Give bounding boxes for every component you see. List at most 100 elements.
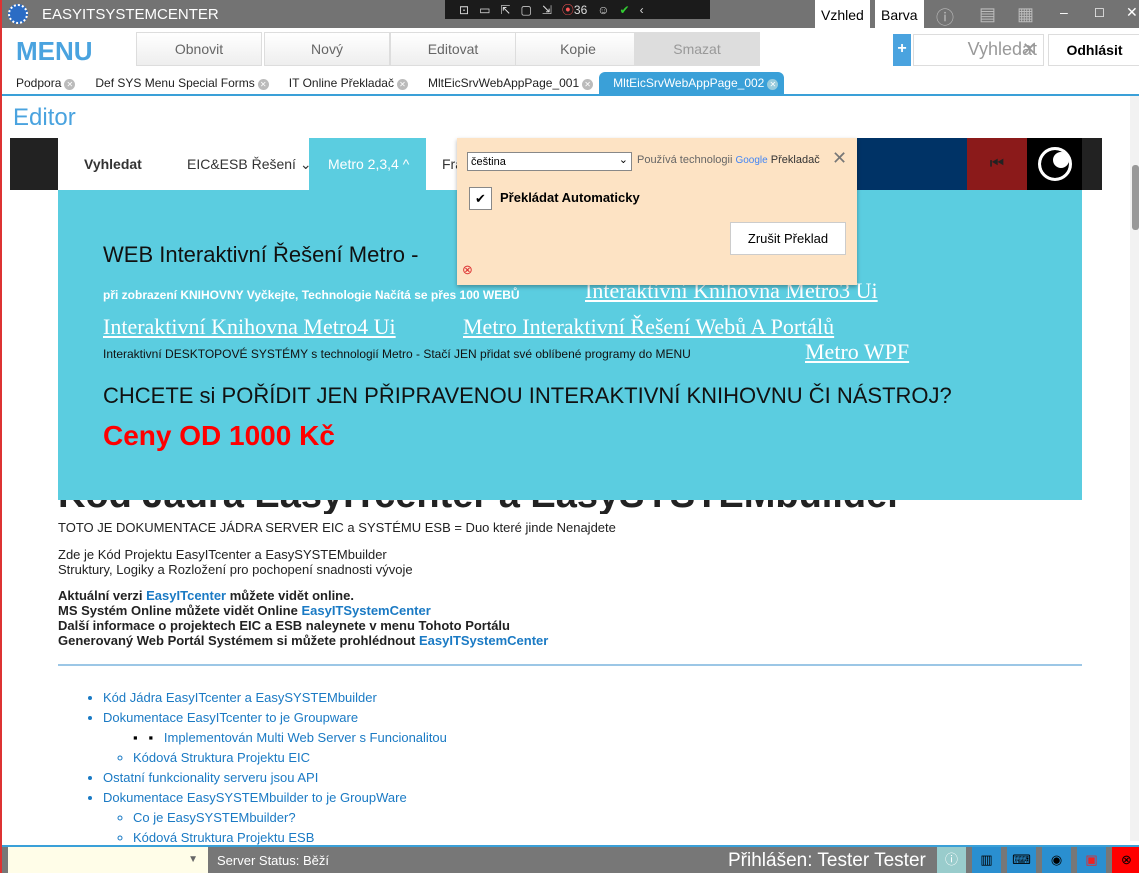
add-button[interactable]: + <box>893 34 911 66</box>
metro4-link[interactable]: Interaktivní Knihovna Metro4 Ui <box>103 314 396 340</box>
nav-eic-esb[interactable]: EIC&ESB Řešení ⌄ <box>187 156 312 173</box>
close-tab-icon[interactable]: ✕ <box>396 79 408 90</box>
calculator-icon[interactable]: ▥ <box>972 847 1001 873</box>
divider <box>58 664 1082 666</box>
list-item-link[interactable]: Kódová Struktura Projektu ESB <box>133 830 314 845</box>
tab-def-sys-menu[interactable]: Def SYS Menu Special Forms ✕ <box>81 72 274 95</box>
auto-translate-label: Překládat Automaticky <box>500 190 640 205</box>
doc-p2: Struktury, Logiky a Rozložení pro pochop… <box>58 562 413 577</box>
doc-line: Generovaný Web Portál Systémem si můžete… <box>58 633 419 648</box>
chevron-down-icon: ▼ <box>188 854 198 865</box>
nav-metro[interactable]: Metro 2,3,4 ^ <box>309 138 426 190</box>
delete-button[interactable]: Smazat <box>634 32 760 66</box>
metro-wpf-link[interactable]: Metro WPF <box>805 339 909 365</box>
list-item-link[interactable]: Kód Jádra EasyITcenter a EasySYSTEMbuild… <box>103 690 377 705</box>
google-logo: Google <box>735 155 768 166</box>
errors-badge[interactable]: ⦿36 <box>562 1 587 18</box>
language-value: čeština <box>471 156 506 168</box>
menu-button[interactable]: MENU <box>16 36 93 67</box>
frame-icon[interactable]: ▢ <box>520 3 531 17</box>
tab-underline <box>2 94 1139 96</box>
screen-capture-icon[interactable]: ◉ <box>1042 847 1071 873</box>
list-item-link[interactable]: Kódová Struktura Projektu EIC <box>133 750 310 765</box>
layout-icon[interactable]: ▦ <box>1017 4 1034 25</box>
list-item-link[interactable]: Dokumentace EasyITcenter to je Groupware <box>103 710 358 725</box>
tab-webapp-001[interactable]: MltEicSrvWebAppPage_001 ✕ <box>414 72 599 95</box>
ok-icon[interactable]: ✔ <box>620 3 630 17</box>
tab-webapp-002[interactable]: MltEicSrvWebAppPage_002 ✕ <box>599 72 785 95</box>
refresh-button[interactable]: Obnovit <box>136 32 262 66</box>
tab-podpora[interactable]: Podpora ✕ <box>2 72 81 95</box>
logout-button[interactable]: Odhlásit <box>1048 34 1139 66</box>
back-icon[interactable]: ⏮ <box>967 138 1027 190</box>
keyboard-icon[interactable]: ⌨ <box>1007 847 1036 873</box>
remote-desktop-icon[interactable]: ▣ <box>1077 847 1106 873</box>
inspect-icon[interactable]: ⊡ <box>459 3 469 17</box>
tracking-icon[interactable]: ⇲ <box>542 3 552 17</box>
dev-toolbar[interactable]: ⊡ ▭ ⇱ ▢ ⇲ ⦿36 ☺ ✔ ‹ <box>445 0 710 19</box>
auto-translate-checkbox[interactable]: ✔ <box>469 187 492 210</box>
list-item-link[interactable]: Ostatní funkcionality serveru jsou API <box>103 770 318 785</box>
metro-solutions-link[interactable]: Metro Interaktivní Řešení Webů A Portálů <box>463 314 834 340</box>
translate-popup: čeština ⌄ Používá technologii Google Přek… <box>457 138 857 285</box>
easyitcenter-link[interactable]: EasyITcenter <box>146 588 226 603</box>
color-button[interactable]: Barva <box>875 0 924 28</box>
doc-link-list: Kód Jádra EasyITcenter a EasySYSTEMbuild… <box>58 688 447 848</box>
doc-line: můžete vidět online. <box>226 588 354 603</box>
tab-label: Def SYS Menu Special Forms <box>95 76 255 90</box>
close-tab-icon[interactable]: ✕ <box>257 79 269 90</box>
collapse-icon[interactable]: ‹ <box>640 3 644 17</box>
cancel-translation-button[interactable]: Zrušit Překlad <box>730 222 846 255</box>
tab-label: MltEicSrvWebAppPage_001 <box>427 76 580 90</box>
maximize-icon[interactable]: ☐ <box>1094 6 1105 20</box>
tab-bar: Podpora ✕ Def SYS Menu Special Forms ✕ IT … <box>2 72 785 95</box>
video-icon[interactable]: ▭ <box>479 3 490 17</box>
close-tab-icon[interactable]: ✕ <box>767 79 779 90</box>
minimize-icon[interactable]: – <box>1060 4 1068 20</box>
close-tab-icon[interactable]: ✕ <box>64 79 76 90</box>
clear-search-icon[interactable]: ✕ <box>1022 39 1037 60</box>
tab-label: MltEicSrvWebAppPage_002 <box>613 76 765 90</box>
close-popup-icon[interactable]: ✕ <box>832 148 847 169</box>
app-logo-icon <box>8 4 28 24</box>
close-icon[interactable]: ✕ <box>1126 4 1138 21</box>
accessibility-icon[interactable]: ☺ <box>597 3 609 17</box>
doc-line: Aktuální verzi <box>58 588 147 603</box>
documentation-content: Kód Jádra EasyITcenter a EasySYSTEMbuild… <box>58 478 1088 648</box>
tab-it-online-translator[interactable]: IT Online Překladač ✕ <box>275 72 414 95</box>
info-icon[interactable]: ⓘ <box>936 4 954 30</box>
list-item-link[interactable]: Dokumentace EasySYSTEMbuilder to je Grou… <box>103 790 407 805</box>
doc-p1: Zde je Kód Projektu EasyITcenter a EasyS… <box>58 547 387 562</box>
copy-button[interactable]: Kopie <box>515 32 641 66</box>
shutdown-icon[interactable]: ⊗ <box>1112 847 1139 873</box>
info-icon[interactable]: ⓘ <box>937 847 966 873</box>
new-button[interactable]: Nový <box>264 32 390 66</box>
select-icon[interactable]: ⇱ <box>500 3 510 17</box>
appearance-button[interactable]: Vzhled <box>815 0 870 28</box>
search-input[interactable]: Vyhledat ✕ <box>913 34 1044 66</box>
chevron-down-icon: ⌄ <box>618 154 628 166</box>
doc-line: MS Systém Online můžete vidět Online <box>58 603 302 618</box>
powered-by: Používá technologii Google Překladač <box>637 154 820 166</box>
error-icon: ⊗ <box>462 262 473 277</box>
hero-price: Ceny OD 1000 Kč <box>103 420 335 451</box>
nav-search[interactable]: Vyhledat <box>84 156 142 172</box>
hero-title: WEB Interaktivní Řešení Metro - <box>103 242 419 267</box>
edit-button[interactable]: Editovat <box>390 32 516 66</box>
list-item-link[interactable]: Implementován Multi Web Server s Funcion… <box>164 730 447 745</box>
status-combobox[interactable]: ▼ <box>8 847 208 873</box>
list-item-link[interactable]: Co je EasySYSTEMbuilder? <box>133 810 296 825</box>
tab-label: IT Online Překladač <box>288 76 394 90</box>
close-tab-icon[interactable]: ✕ <box>582 79 594 90</box>
easyitsystemcenter-link[interactable]: EasyITSystemCenter <box>419 633 548 648</box>
translator-text: Překladač <box>770 154 820 166</box>
scrollbar-thumb[interactable] <box>1132 165 1139 230</box>
app-title: EASYITSYSTEMCENTER <box>42 6 219 23</box>
nav-blue-area <box>857 138 967 190</box>
globe-icon[interactable] <box>1027 138 1082 190</box>
help-book-icon[interactable]: ▤ <box>979 4 996 25</box>
errors-count: 36 <box>573 3 588 17</box>
easyitsystemcenter-link[interactable]: EasyITSystemCenter <box>301 603 430 618</box>
language-select[interactable]: čeština ⌄ <box>467 152 632 171</box>
hero-desktop-note: Interaktivní DESKTOPOVÉ SYSTÉMY s techno… <box>103 347 691 361</box>
